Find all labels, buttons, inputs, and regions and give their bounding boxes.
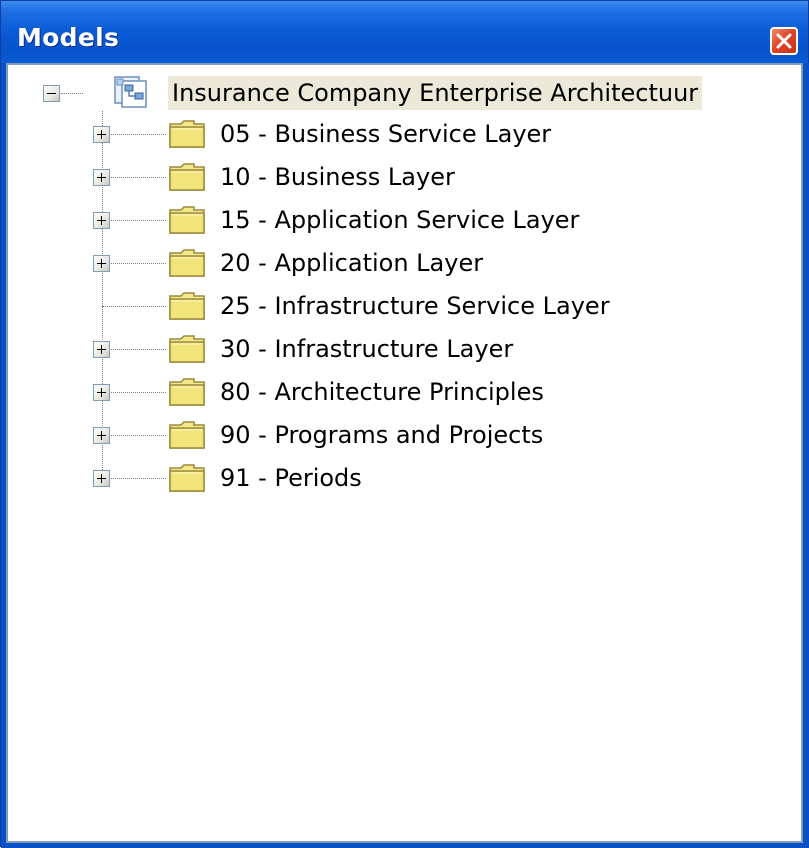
model-tree-panel: Insurance Company Enterprise Architectuu…	[6, 63, 803, 843]
expand-toggle[interactable]	[93, 427, 110, 444]
tree-connector	[111, 478, 166, 479]
folder-icon	[168, 420, 206, 450]
window-border-right	[803, 63, 809, 848]
folder-icon	[168, 119, 206, 149]
tree-connector	[111, 220, 166, 221]
expand-toggle[interactable]	[93, 212, 110, 229]
expand-toggle[interactable]	[93, 384, 110, 401]
expand-toggle[interactable]	[93, 341, 110, 358]
expand-toggle[interactable]	[93, 126, 110, 143]
expand-toggle[interactable]	[93, 470, 110, 487]
models-window: Models Insurance Company Enterprise Arch…	[0, 0, 809, 848]
close-button[interactable]	[770, 27, 798, 55]
tree-item-label[interactable]: 25 - Infrastructure Service Layer	[216, 289, 614, 323]
close-icon	[776, 33, 792, 49]
tree-item-label[interactable]: 30 - Infrastructure Layer	[216, 332, 517, 366]
expand-toggle[interactable]	[93, 255, 110, 272]
tree-connector	[111, 177, 166, 178]
folder-icon	[168, 334, 206, 364]
tree-connector	[111, 392, 166, 393]
tree-root-label[interactable]: Insurance Company Enterprise Architectuu…	[168, 76, 703, 110]
tree-connector	[111, 349, 166, 350]
tree-connector	[111, 263, 166, 264]
window-title: Models	[17, 23, 120, 52]
window-border-bottom	[1, 843, 809, 848]
folder-icon	[168, 248, 206, 278]
tree-item-label[interactable]: 15 - Application Service Layer	[216, 203, 583, 237]
folder-icon	[168, 162, 206, 192]
tree-item-label[interactable]: 20 - Application Layer	[216, 246, 487, 280]
tree-connector	[111, 134, 166, 135]
model-icon	[113, 75, 147, 108]
folder-icon	[168, 291, 206, 321]
tree-item-label[interactable]: 90 - Programs and Projects	[216, 418, 547, 452]
tree-item-label[interactable]: 91 - Periods	[216, 461, 366, 495]
folder-icon	[168, 377, 206, 407]
collapse-toggle[interactable]	[43, 85, 60, 102]
folder-icon	[168, 205, 206, 235]
tree-item-label[interactable]: 80 - Architecture Principles	[216, 375, 548, 409]
title-bar[interactable]: Models	[1, 1, 808, 63]
tree-connector	[61, 93, 83, 94]
tree-item-label[interactable]: 10 - Business Layer	[216, 160, 459, 194]
expand-toggle[interactable]	[93, 169, 110, 186]
folder-icon	[168, 463, 206, 493]
tree-item-label[interactable]: 05 - Business Service Layer	[216, 117, 555, 151]
model-tree[interactable]: Insurance Company Enterprise Architectuu…	[8, 65, 801, 841]
tree-connector	[102, 306, 166, 307]
tree-connector	[111, 435, 166, 436]
